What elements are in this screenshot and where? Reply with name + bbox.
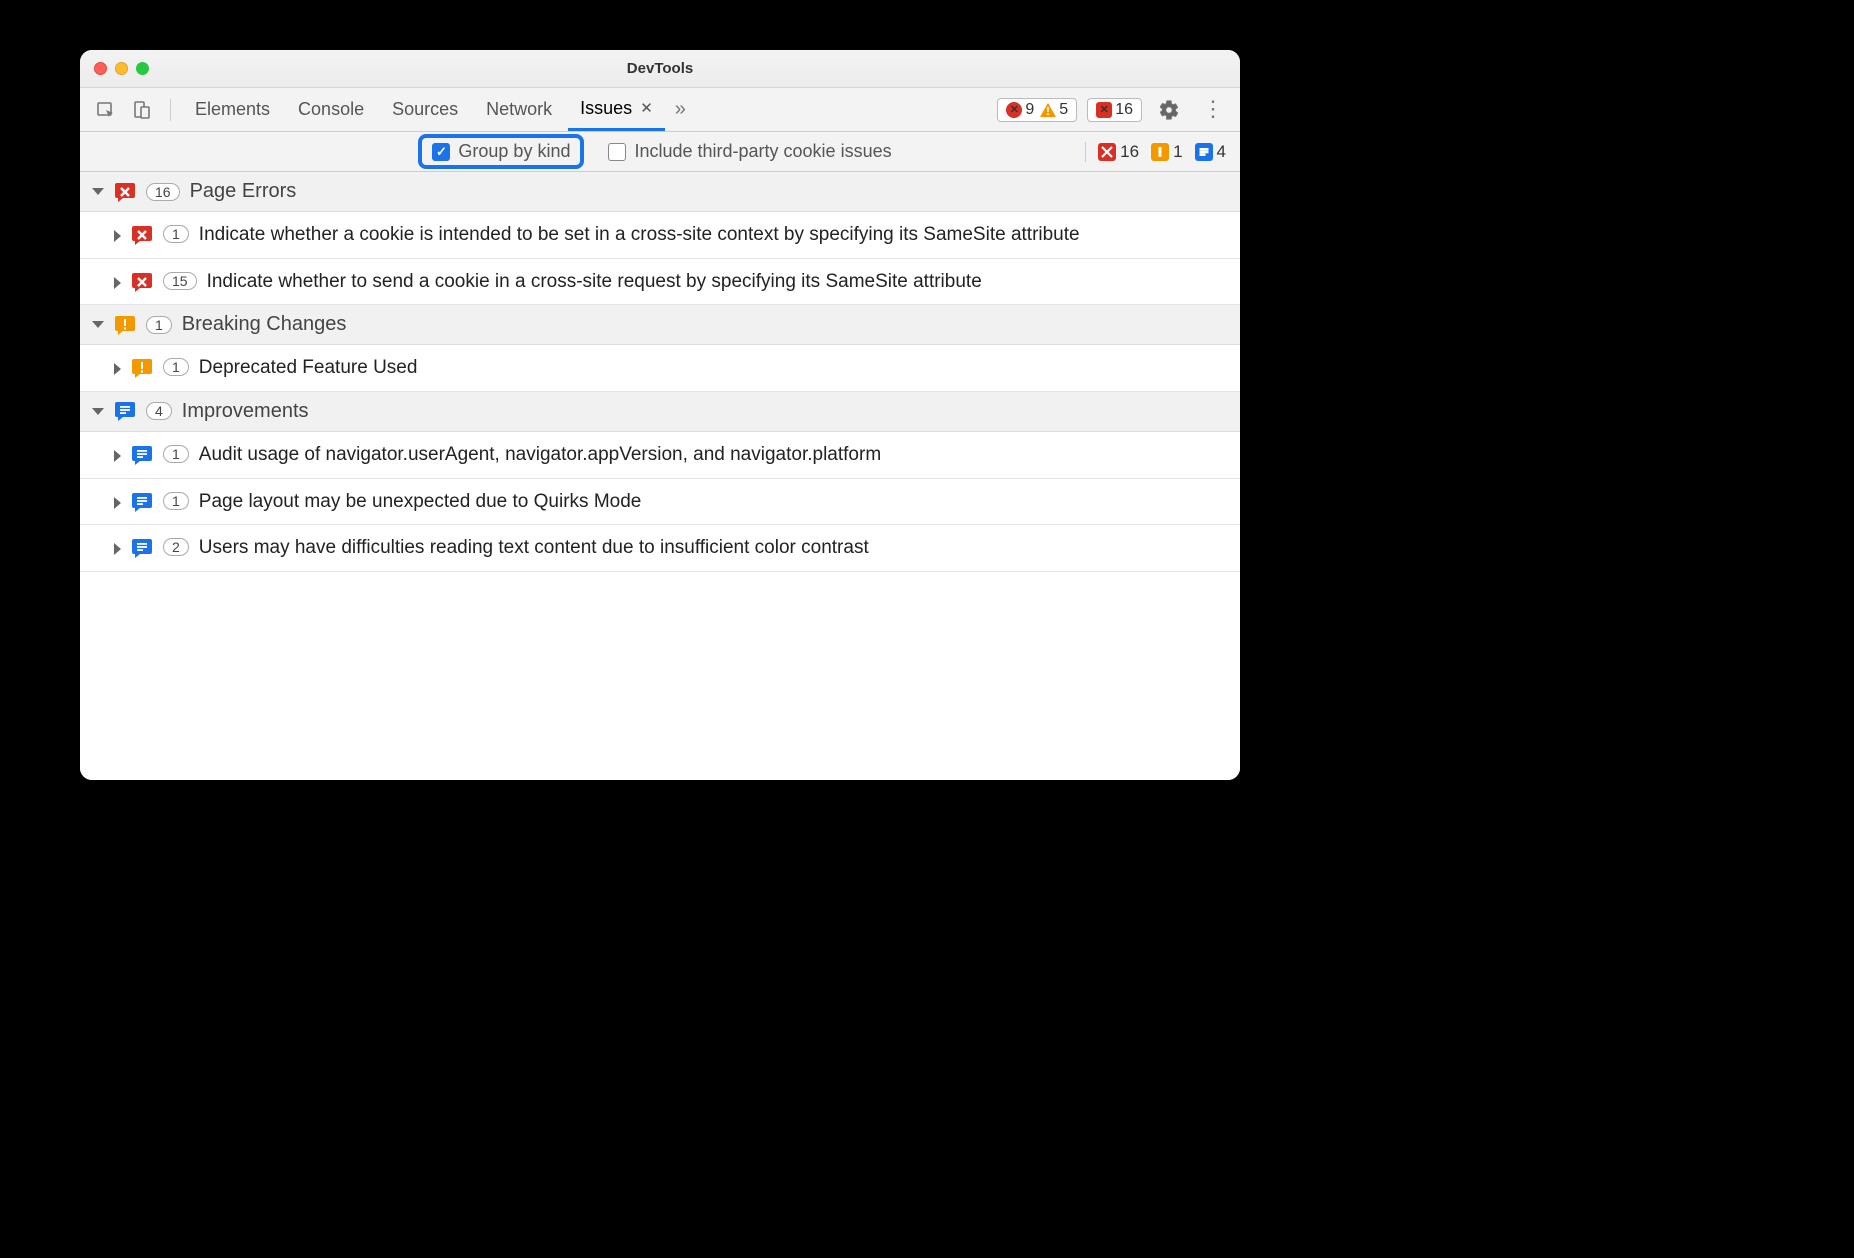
page-error-icon <box>131 224 153 246</box>
tab-elements-label: Elements <box>195 99 270 120</box>
more-options-icon[interactable]: ⋮ <box>1196 101 1230 118</box>
improvement-icon <box>131 444 153 466</box>
titlebar: DevTools <box>80 50 1240 88</box>
minimize-window-button[interactable] <box>115 62 128 75</box>
issue-row[interactable]: 15 Indicate whether to send a cookie in a… <box>80 259 1240 306</box>
improvement-icon <box>131 491 153 513</box>
group-header-improvements[interactable]: 4 Improvements <box>80 392 1240 432</box>
warning-triangle-icon <box>1040 103 1056 117</box>
tab-sources[interactable]: Sources <box>380 88 470 131</box>
group-count: 16 <box>146 183 180 201</box>
close-window-button[interactable] <box>94 62 107 75</box>
settings-gear-icon[interactable] <box>1152 95 1186 125</box>
caret-right-icon <box>114 277 121 289</box>
close-tab-icon[interactable]: ✕ <box>640 99 653 117</box>
more-tabs-icon[interactable]: » <box>669 94 692 125</box>
issue-count: 1 <box>163 445 189 463</box>
issues-status-pill[interactable]: ✕16 <box>1087 98 1142 122</box>
maximize-window-button[interactable] <box>136 62 149 75</box>
page-error-icon <box>1098 143 1116 161</box>
group-count: 1 <box>146 316 172 334</box>
issues-toolbar: Group by kind Include third-party cookie… <box>80 132 1240 172</box>
issue-count: 15 <box>163 272 197 290</box>
page-error-icon <box>131 271 153 293</box>
issue-row[interactable]: 1 Audit usage of navigator.userAgent, nav… <box>80 432 1240 479</box>
group-by-kind-label: Group by kind <box>458 141 570 162</box>
tab-console[interactable]: Console <box>286 88 376 131</box>
improvement-icon <box>1195 143 1213 161</box>
issue-count: 2 <box>163 538 189 556</box>
page-errors-count: 16 <box>1120 142 1139 162</box>
improvements-count: 4 <box>1217 142 1226 162</box>
tab-console-label: Console <box>298 99 364 120</box>
group-title: Breaking Changes <box>182 313 347 336</box>
toolbar-divider <box>1085 142 1086 162</box>
caret-down-icon <box>92 188 104 195</box>
inspect-element-icon[interactable] <box>90 96 122 124</box>
issue-row[interactable]: 2 Users may have difficulties reading tex… <box>80 525 1240 572</box>
error-count: 9 <box>1025 101 1034 119</box>
issue-row[interactable]: 1 Deprecated Feature Used <box>80 345 1240 392</box>
issue-title: Indicate whether a cookie is intended to… <box>199 222 1228 248</box>
breaking-changes-count: 1 <box>1173 142 1182 162</box>
traffic-lights <box>94 62 149 75</box>
group-title: Page Errors <box>190 180 297 203</box>
box-error-count: 16 <box>1115 101 1133 119</box>
issue-count: 1 <box>163 225 189 243</box>
group-title: Improvements <box>182 400 309 423</box>
group-header-breaking-changes[interactable]: 1 Breaking Changes <box>80 305 1240 345</box>
issue-title: Users may have difficulties reading text… <box>199 535 1228 561</box>
caret-right-icon <box>114 543 121 555</box>
group-by-kind-checkbox[interactable]: Group by kind <box>418 134 584 169</box>
issue-row[interactable]: 1 Page layout may be unexpected due to Qu… <box>80 479 1240 526</box>
tab-network[interactable]: Network <box>474 88 564 131</box>
improvements-count-badge[interactable]: 4 <box>1195 142 1226 162</box>
issue-row[interactable]: 1 Indicate whether a cookie is intended t… <box>80 212 1240 259</box>
caret-right-icon <box>114 230 121 242</box>
issue-title: Audit usage of navigator.userAgent, navi… <box>199 442 1228 468</box>
window-title: DevTools <box>80 60 1240 77</box>
include-third-party-checkbox[interactable]: Include third-party cookie issues <box>598 138 901 165</box>
caret-right-icon <box>114 450 121 462</box>
issue-kind-counts: 16 1 4 <box>1085 142 1226 162</box>
group-count: 4 <box>146 402 172 420</box>
caret-down-icon <box>92 408 104 415</box>
issues-list: 16 Page Errors 1 Indicate whether a cookie … <box>80 172 1240 780</box>
error-square-icon: ✕ <box>1096 102 1112 118</box>
devtools-window: DevTools Elements Console Sources Networ… <box>80 50 1240 780</box>
issue-count: 1 <box>163 492 189 510</box>
tab-elements[interactable]: Elements <box>183 88 282 131</box>
page-error-icon <box>114 181 136 203</box>
error-circle-icon: ✕ <box>1006 102 1022 118</box>
caret-down-icon <box>92 321 104 328</box>
improvement-icon <box>114 400 136 422</box>
tabbar-right: ✕9 5 ✕16 ⋮ <box>997 95 1230 125</box>
improvement-icon <box>131 537 153 559</box>
device-toolbar-icon[interactable] <box>126 96 158 124</box>
tab-network-label: Network <box>486 99 552 120</box>
group-header-page-errors[interactable]: 16 Page Errors <box>80 172 1240 212</box>
tab-sources-label: Sources <box>392 99 458 120</box>
devtools-tabbar: Elements Console Sources Network Issues … <box>80 88 1240 132</box>
breaking-change-icon <box>131 357 153 379</box>
console-status-pill[interactable]: ✕9 5 <box>997 98 1077 122</box>
issue-title: Page layout may be unexpected due to Qui… <box>199 489 1228 515</box>
warn-count: 5 <box>1059 101 1068 119</box>
include-third-party-label: Include third-party cookie issues <box>634 141 891 162</box>
issue-title: Indicate whether to send a cookie in a c… <box>207 269 1228 295</box>
issue-count: 1 <box>163 358 189 376</box>
breaking-change-icon <box>114 314 136 336</box>
checkbox-checked-icon <box>432 143 450 161</box>
tab-issues-label: Issues <box>580 98 632 119</box>
tabbar-divider <box>170 99 171 121</box>
caret-right-icon <box>114 497 121 509</box>
breaking-changes-count-badge[interactable]: 1 <box>1151 142 1182 162</box>
caret-right-icon <box>114 363 121 375</box>
breaking-change-icon <box>1151 143 1169 161</box>
page-errors-count-badge[interactable]: 16 <box>1098 142 1139 162</box>
checkbox-unchecked-icon <box>608 143 626 161</box>
tab-issues[interactable]: Issues ✕ <box>568 88 665 131</box>
issue-title: Deprecated Feature Used <box>199 355 1228 381</box>
